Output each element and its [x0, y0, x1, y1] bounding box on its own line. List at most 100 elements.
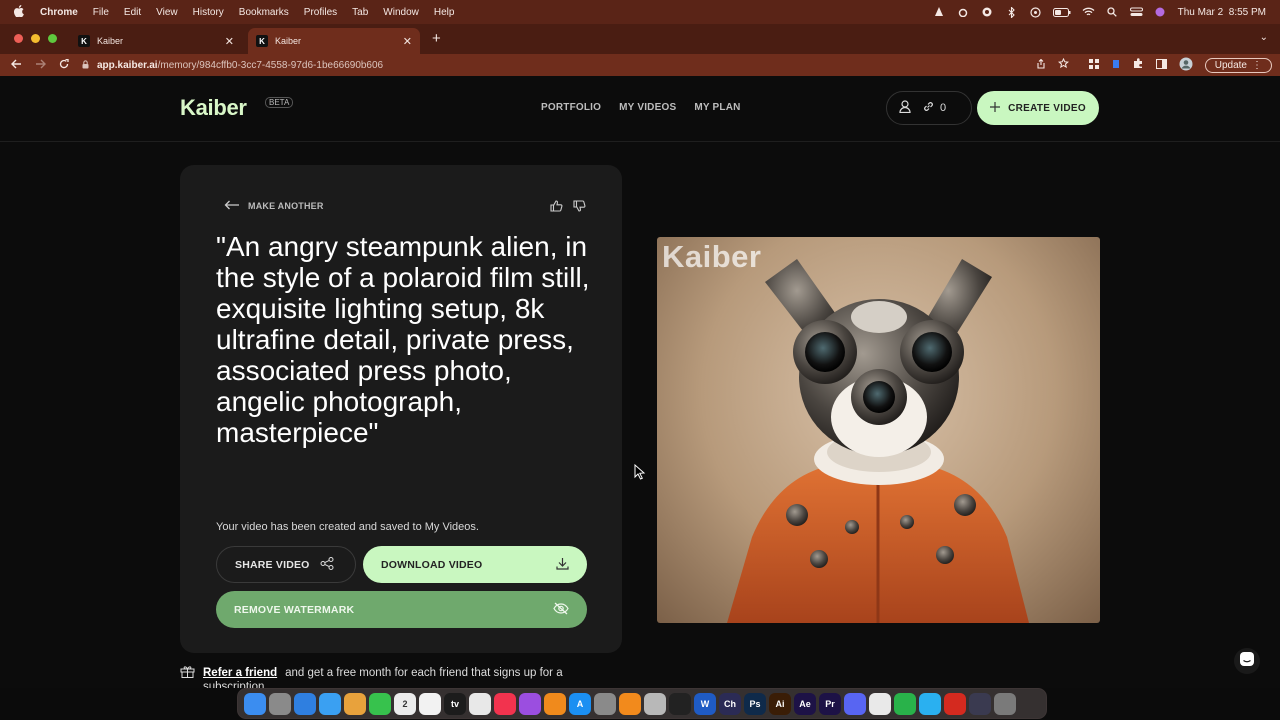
dock-acrobat-icon[interactable] — [944, 692, 966, 715]
back-button[interactable] — [8, 59, 24, 72]
status-menus: Thu Mar 2 8:55 PM — [933, 0, 1266, 24]
address-bar[interactable]: app.kaiber.ai /memory/984cffb0-3cc7-4558… — [82, 56, 1082, 74]
clock[interactable]: Thu Mar 2 8:55 PM — [1178, 7, 1266, 18]
side-panel-icon[interactable] — [1155, 58, 1167, 72]
toolbar-actions: Update ⋮ — [1036, 54, 1272, 76]
menu-history[interactable]: History — [193, 7, 224, 18]
kaiber-logo[interactable]: Kaiber — [180, 95, 247, 121]
lock-icon[interactable] — [82, 59, 89, 71]
dock-reminders-icon[interactable] — [419, 692, 441, 715]
thumbs-down-icon[interactable] — [573, 199, 586, 217]
dock-textedit-icon[interactable] — [869, 692, 891, 715]
credits-counter[interactable]: 0 — [923, 101, 946, 115]
menu-view[interactable]: View — [156, 7, 178, 18]
dock-capcut-icon[interactable] — [669, 692, 691, 715]
bookmark-star-icon[interactable] — [1057, 57, 1069, 72]
dock-music-icon[interactable] — [494, 692, 516, 715]
battery-icon[interactable] — [1052, 7, 1071, 18]
dock-discord-icon[interactable] — [844, 692, 866, 715]
extensions-puzzle-icon[interactable] — [1133, 58, 1144, 72]
new-tab-button[interactable]: + — [432, 30, 441, 47]
user-icon[interactable] — [899, 100, 911, 116]
download-video-button[interactable]: DOWNLOAD VIDEO — [363, 546, 587, 583]
dock-safari-icon[interactable] — [294, 692, 316, 715]
site-header: Kaiber BETA PORTFOLIO MY VIDEOS MY PLAN … — [0, 76, 1280, 142]
profile-avatar[interactable] — [1179, 57, 1193, 74]
make-another-link[interactable]: MAKE ANOTHER — [224, 200, 324, 212]
menu-file[interactable]: File — [93, 7, 109, 18]
nav-my-videos[interactable]: MY VIDEOS — [619, 102, 676, 113]
dock-chrome-icon[interactable] — [469, 692, 491, 715]
close-window-button[interactable] — [14, 34, 23, 43]
browser-toolbar: app.kaiber.ai /memory/984cffb0-3cc7-4558… — [0, 54, 1280, 76]
tab-title: Kaiber — [97, 36, 124, 46]
create-video-button[interactable]: CREATE VIDEO — [977, 91, 1099, 125]
creative-cloud-icon[interactable] — [957, 7, 970, 18]
dock-character-icon[interactable]: Ch — [719, 692, 741, 715]
dock-preview-icon[interactable] — [644, 692, 666, 715]
dock-trash-icon[interactable] — [994, 692, 1016, 715]
dock-messages-icon[interactable] — [369, 692, 391, 715]
bluetooth-icon[interactable] — [1005, 6, 1018, 18]
plus-icon — [990, 101, 1001, 115]
close-tab-icon[interactable]: ✕ — [403, 35, 412, 48]
extension-blue-icon[interactable] — [1111, 59, 1121, 72]
menu-bookmarks[interactable]: Bookmarks — [239, 7, 289, 18]
extension-grid-icon[interactable] — [1088, 58, 1099, 72]
dock-podcasts-icon[interactable] — [519, 692, 541, 715]
dock-app-store-icon[interactable]: A — [569, 692, 591, 715]
record-icon[interactable] — [981, 7, 994, 18]
control-center-icon[interactable] — [1129, 7, 1143, 18]
menu-edit[interactable]: Edit — [124, 7, 141, 18]
siri-icon[interactable] — [1154, 7, 1167, 18]
thumbs-up-icon[interactable] — [550, 199, 563, 217]
dock-vlc-icon[interactable] — [544, 692, 566, 715]
dock-whatsapp-icon[interactable] — [894, 692, 916, 715]
feedback-buttons — [550, 199, 586, 217]
dock-obs-icon[interactable] — [969, 692, 991, 715]
nav-portfolio[interactable]: PORTFOLIO — [541, 102, 601, 113]
menu-window[interactable]: Window — [383, 7, 419, 18]
share-page-icon[interactable] — [1036, 58, 1046, 72]
zoom-window-button[interactable] — [48, 34, 57, 43]
dock-word-icon[interactable]: W — [694, 692, 716, 715]
dock-mail-icon[interactable] — [319, 692, 341, 715]
minimize-window-button[interactable] — [31, 34, 40, 43]
menu-chrome[interactable]: Chrome — [40, 7, 78, 18]
dock-books-icon[interactable] — [619, 692, 641, 715]
dock-finder-icon[interactable] — [244, 692, 266, 715]
dock-calendar-icon[interactable]: 2 — [394, 692, 416, 715]
dock-testflight-icon[interactable] — [919, 692, 941, 715]
update-chrome-button[interactable]: Update ⋮ — [1204, 57, 1272, 73]
menu-help[interactable]: Help — [434, 7, 455, 18]
dock-photos-icon[interactable] — [344, 692, 366, 715]
support-chat-button[interactable] — [1234, 648, 1260, 674]
forward-button[interactable] — [32, 59, 48, 72]
tab-kaiber-1[interactable]: K Kaiber ✕ — [70, 28, 242, 54]
dock-after-effects-icon[interactable]: Ae — [794, 692, 816, 715]
tab-kaiber-2[interactable]: K Kaiber ✕ — [248, 28, 420, 54]
account-pill[interactable]: 0 — [886, 91, 972, 125]
spotlight-search-icon[interactable] — [1106, 7, 1119, 18]
dock-tv-icon[interactable]: tv — [444, 692, 466, 715]
dock-premiere-icon[interactable]: Pr — [819, 692, 841, 715]
dock-photoshop-icon[interactable]: Ps — [744, 692, 766, 715]
menu-tab[interactable]: Tab — [352, 7, 368, 18]
dock-illustrator-icon[interactable]: Ai — [769, 692, 791, 715]
dock-launchpad-icon[interactable] — [269, 692, 291, 715]
apple-menu-icon[interactable] — [13, 4, 28, 20]
remove-watermark-button[interactable]: REMOVE WATERMARK — [216, 591, 587, 628]
nav-my-plan[interactable]: MY PLAN — [694, 102, 740, 113]
close-tab-icon[interactable]: ✕ — [225, 35, 234, 48]
link-icon — [923, 101, 934, 115]
wifi-icon[interactable] — [1082, 7, 1095, 18]
reload-button[interactable] — [56, 58, 72, 72]
video-preview[interactable]: Kaiber — [657, 237, 1100, 623]
screen-time-icon[interactable] — [1029, 6, 1042, 18]
tab-search-chevron-icon[interactable]: ⌄ — [1260, 32, 1268, 43]
dock-settings-icon[interactable] — [594, 692, 616, 715]
share-video-button[interactable]: SHARE VIDEO — [216, 546, 356, 583]
vlc-status-icon[interactable] — [933, 7, 946, 18]
refer-a-friend-link[interactable]: Refer a friend — [203, 667, 277, 679]
menu-profiles[interactable]: Profiles — [304, 7, 337, 18]
